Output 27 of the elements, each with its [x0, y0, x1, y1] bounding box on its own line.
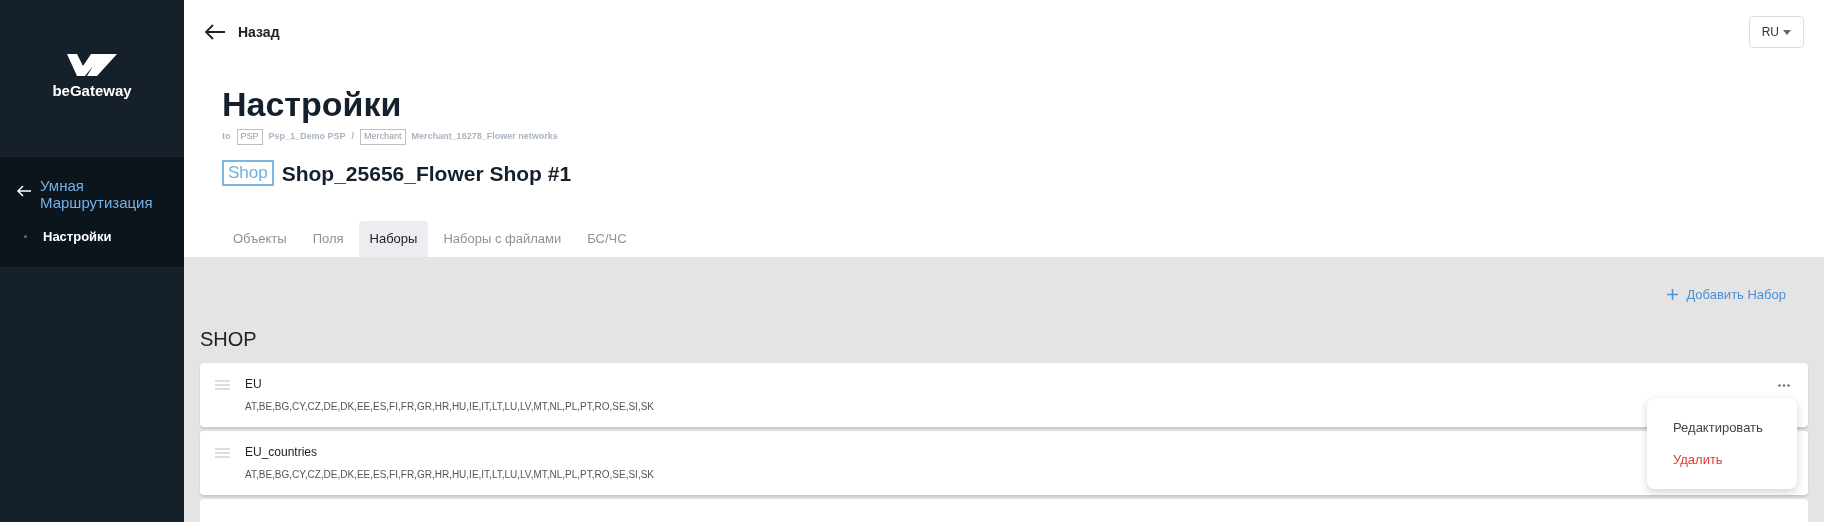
- entity-tag: Shop: [222, 160, 274, 187]
- tab[interactable]: Наборы: [358, 221, 429, 257]
- set-name: EU: [245, 375, 263, 393]
- breadcrumb-separator: /: [351, 130, 355, 143]
- set-values: AT,BE,BG,CY,CZ,DE,DK,EE,ES,FI,FR,GR,HR,HU,IE,IT,LT,LU,LV,MT,NL,PL,PT,RO,SE,SI,SK: [245, 467, 654, 482]
- back-arrow-icon: [204, 24, 226, 40]
- back-link[interactable]: Назад: [204, 21, 280, 43]
- more-options-icon[interactable]: [1778, 383, 1790, 387]
- drag-handle-icon[interactable]: [215, 447, 230, 458]
- page-title: Настройки: [222, 84, 403, 124]
- breadcrumb-tag: PSP: [236, 129, 263, 145]
- language-select[interactable]: RU: [1748, 16, 1804, 48]
- set-name: EU_countries: [245, 443, 319, 461]
- drag-handle-icon[interactable]: [215, 379, 230, 390]
- plus-icon: [1667, 289, 1679, 301]
- logo-text: beGateway: [52, 81, 132, 102]
- sidebar-section-header[interactable]: Умная Маршрутизация: [0, 169, 184, 219]
- back-arrow-icon: [16, 185, 32, 197]
- entity-title: Shop_25656_Flower Shop #1: [281, 160, 572, 187]
- breadcrumb-tag: Merchant: [360, 129, 406, 145]
- logo-icon: [67, 54, 117, 77]
- section-title: SHOP: [200, 326, 258, 351]
- menu-item[interactable]: Удалить: [1647, 443, 1797, 475]
- sidebar-item[interactable]: Настройки: [0, 219, 184, 255]
- breadcrumb-prefix: to: [222, 130, 231, 143]
- caret-icon: [1783, 29, 1791, 35]
- set-values: AT,BE,BG,CY,CZ,DE,DK,EE,ES,FI,FR,GR,HR,HU,IE,IT,LT,LU,LV,MT,NL,PL,PT,RO,SE,SI,SK: [245, 399, 654, 414]
